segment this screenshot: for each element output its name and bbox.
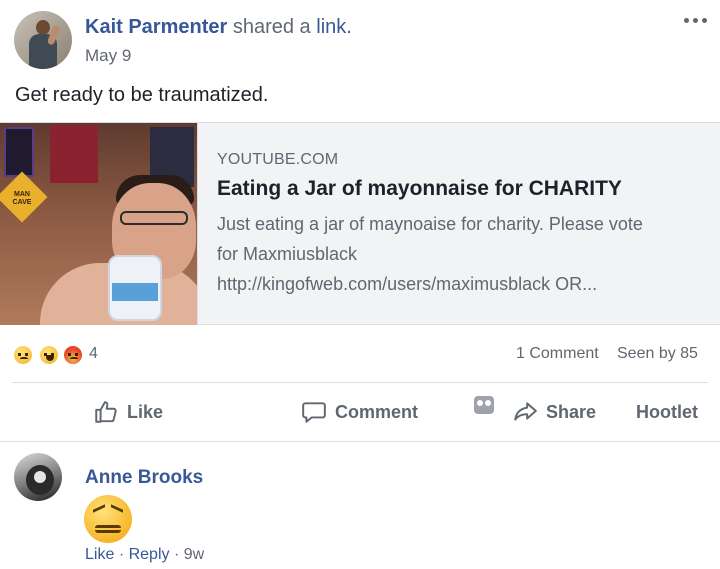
dot	[683, 17, 689, 23]
meta-separator: ·	[173, 546, 180, 563]
thumb-poster	[50, 125, 98, 183]
post-header: Kait Parmenter shared a link. May 9	[0, 0, 720, 80]
post-date[interactable]: May 9	[85, 46, 131, 66]
dot	[692, 17, 698, 23]
author-name-link[interactable]: Kait Parmenter	[85, 16, 227, 38]
comment-author-link[interactable]: Anne Brooks	[85, 467, 203, 489]
hootlet-label: Hootlet	[636, 401, 698, 422]
comment-label: Comment	[335, 401, 419, 422]
seen-by-link[interactable]: Seen by 85	[617, 345, 698, 363]
video-thumbnail[interactable]: MAN CAVE	[0, 123, 198, 325]
author-avatar[interactable]	[14, 11, 72, 69]
post-text: Get ready to be traumatized.	[15, 84, 269, 106]
action-bar: Like Comment Share Hootlet	[0, 383, 720, 441]
thumb-person-glasses	[120, 211, 188, 225]
author-line: Kait Parmenter shared a link.	[85, 16, 352, 39]
haha-reaction-icon[interactable]	[38, 344, 60, 366]
emoji-eye	[93, 504, 105, 520]
confounded-face-emoji-icon	[84, 495, 132, 543]
dot	[701, 17, 707, 23]
link-domain: YOUTUBE.COM	[217, 151, 339, 168]
reaction-count[interactable]: 4	[89, 345, 98, 363]
link-preview-card[interactable]: MAN CAVE YOUTUBE.COM Eating a Jar of may…	[0, 122, 720, 325]
reaction-mouth	[46, 355, 54, 361]
reaction-mouth	[20, 357, 28, 360]
jar-label	[112, 283, 158, 301]
emoji-eye	[111, 504, 123, 520]
man-cave-sign-text: MAN CAVE	[12, 191, 32, 206]
avatar-highlight	[34, 471, 46, 483]
commenter-avatar[interactable]	[14, 453, 62, 501]
thumb-poster	[4, 127, 34, 177]
meta-separator: ·	[118, 546, 125, 563]
link-title[interactable]: Eating a Jar of mayonnaise for CHARITY	[217, 177, 622, 201]
share-button[interactable]: Share	[512, 395, 596, 429]
divider	[0, 441, 720, 442]
like-button[interactable]: Like	[93, 395, 163, 429]
link-description-line: for Maxmiusblack	[217, 244, 358, 264]
reaction-eyes	[18, 353, 28, 356]
comment-count-link[interactable]: 1 Comment	[516, 345, 599, 363]
link-description-line: Just eating a jar of maynoaise for chari…	[217, 214, 643, 234]
post-stats: 4 1 Comment Seen by 85	[0, 338, 720, 372]
hootsuite-owl-icon[interactable]	[474, 396, 494, 414]
link-description: Just eating a jar of maynoaise for chari…	[217, 209, 712, 299]
comment-time[interactable]: 9w	[184, 546, 204, 563]
shared-link-word[interactable]: link.	[316, 16, 352, 38]
like-label: Like	[127, 401, 164, 422]
more-options-icon[interactable]	[682, 12, 708, 28]
link-description-line: http://kingofweb.com/users/maximusblack …	[217, 274, 598, 294]
author-action: shared a	[232, 16, 311, 38]
thumbs-up-icon	[95, 401, 117, 423]
comment-like-link[interactable]: Like	[85, 546, 114, 563]
emoji-mouth	[95, 525, 121, 533]
comment-reply-link[interactable]: Reply	[129, 546, 170, 563]
share-label: Share	[546, 401, 597, 422]
comment-meta: Like · Reply · 9w	[85, 546, 204, 564]
angry-reaction-icon[interactable]	[62, 344, 84, 366]
reaction-eyes	[68, 353, 78, 356]
share-arrow-icon	[514, 402, 537, 421]
avatar-head	[36, 20, 50, 35]
speech-bubble-icon	[302, 402, 326, 423]
reaction-mouth	[70, 357, 78, 360]
comment-button[interactable]: Comment	[301, 395, 418, 429]
hootlet-button[interactable]: Hootlet	[636, 395, 698, 429]
sad-reaction-icon[interactable]	[12, 344, 34, 366]
